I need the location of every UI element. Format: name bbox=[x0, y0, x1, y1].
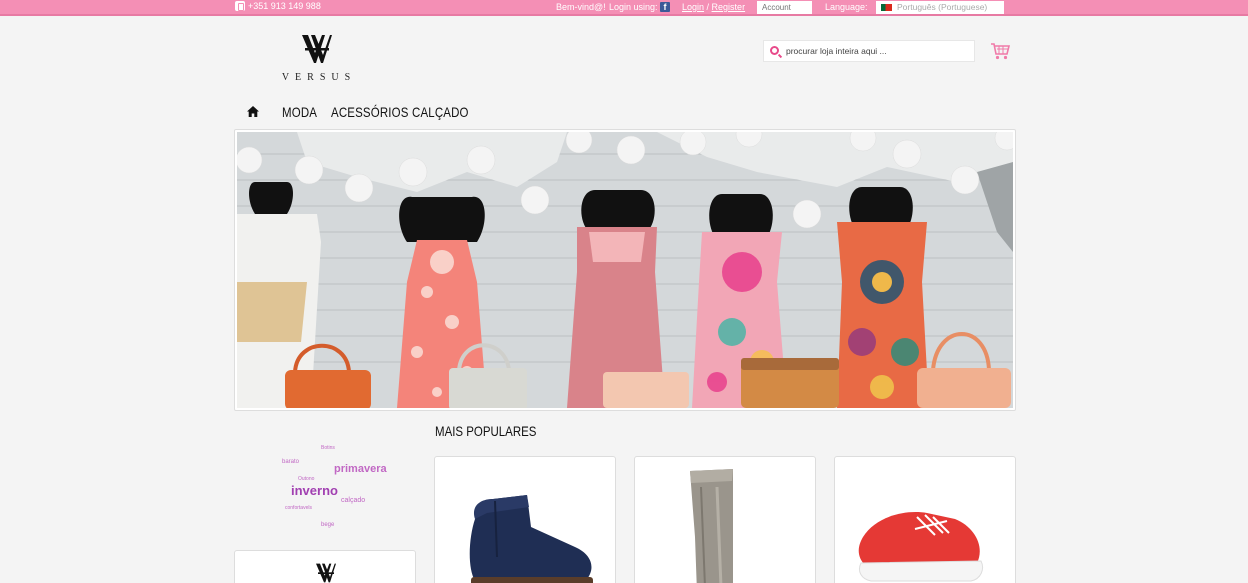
home-icon[interactable] bbox=[238, 100, 268, 124]
tag-cloud: Botins barato primavera Outono inverno c… bbox=[234, 438, 416, 538]
tag-link[interactable]: confortavels bbox=[285, 505, 312, 511]
tag-link[interactable]: calçado bbox=[341, 497, 365, 504]
versus-logo-icon bbox=[302, 35, 332, 63]
nav-item-acessorios[interactable]: ACESSÓRIOS bbox=[331, 104, 408, 120]
language-value: Português (Portuguese) bbox=[897, 2, 988, 12]
phone-icon bbox=[235, 1, 245, 11]
auth-separator: / bbox=[704, 2, 712, 12]
tag-link[interactable]: inverno bbox=[291, 483, 338, 498]
welcome-text: Bem-vind@! bbox=[556, 2, 606, 12]
tag-link[interactable]: barato bbox=[282, 459, 299, 465]
product-card[interactable] bbox=[634, 456, 816, 583]
versus-logo-icon bbox=[316, 563, 336, 583]
brand-box[interactable] bbox=[234, 550, 416, 583]
auth-links: Login / Register bbox=[682, 2, 745, 12]
account-input[interactable] bbox=[757, 1, 812, 14]
tag-link[interactable]: bege bbox=[321, 522, 334, 528]
logo-text: VERSUS bbox=[281, 72, 357, 83]
login-using-label: Login using: bbox=[609, 2, 658, 12]
facebook-icon[interactable]: f bbox=[660, 2, 670, 12]
register-link[interactable]: Register bbox=[712, 2, 746, 12]
grey-tall-boot-image bbox=[690, 469, 733, 583]
main-nav: MODA ACESSÓRIOS CALÇADO bbox=[238, 100, 481, 124]
portugal-flag-icon bbox=[881, 4, 892, 11]
banner-image bbox=[237, 132, 1013, 408]
login-link[interactable]: Login bbox=[682, 2, 704, 12]
nav-item-calcado[interactable]: CALÇADO bbox=[412, 104, 469, 120]
phone-contact: +351 913 149 988 bbox=[235, 1, 321, 11]
navy-ankle-boot-image bbox=[469, 495, 593, 583]
tag-link[interactable]: primavera bbox=[334, 463, 387, 475]
hero-banner[interactable] bbox=[234, 129, 1016, 411]
cart-icon[interactable] bbox=[990, 42, 1011, 60]
top-bar: +351 913 149 988 Bem-vind@! Login using:… bbox=[0, 0, 1248, 16]
section-title-popular: MAIS POPULARES bbox=[435, 423, 537, 439]
product-card[interactable] bbox=[434, 456, 616, 583]
language-select[interactable]: Português (Portuguese) bbox=[876, 1, 1004, 14]
site-logo[interactable]: VERSUS bbox=[274, 34, 360, 84]
search-input[interactable] bbox=[786, 44, 966, 58]
product-card[interactable] bbox=[834, 456, 1016, 583]
language-label: Language: bbox=[825, 2, 868, 12]
search-icon[interactable] bbox=[770, 46, 779, 55]
tag-link[interactable]: Outono bbox=[298, 476, 314, 482]
phone-number: +351 913 149 988 bbox=[248, 1, 321, 11]
nav-item-moda[interactable]: MODA bbox=[282, 104, 317, 120]
red-sneaker-image bbox=[858, 512, 984, 582]
tag-link[interactable]: Botins bbox=[321, 445, 335, 451]
mannequins-dresses-illustration bbox=[237, 132, 1013, 408]
search-box[interactable] bbox=[763, 40, 975, 62]
